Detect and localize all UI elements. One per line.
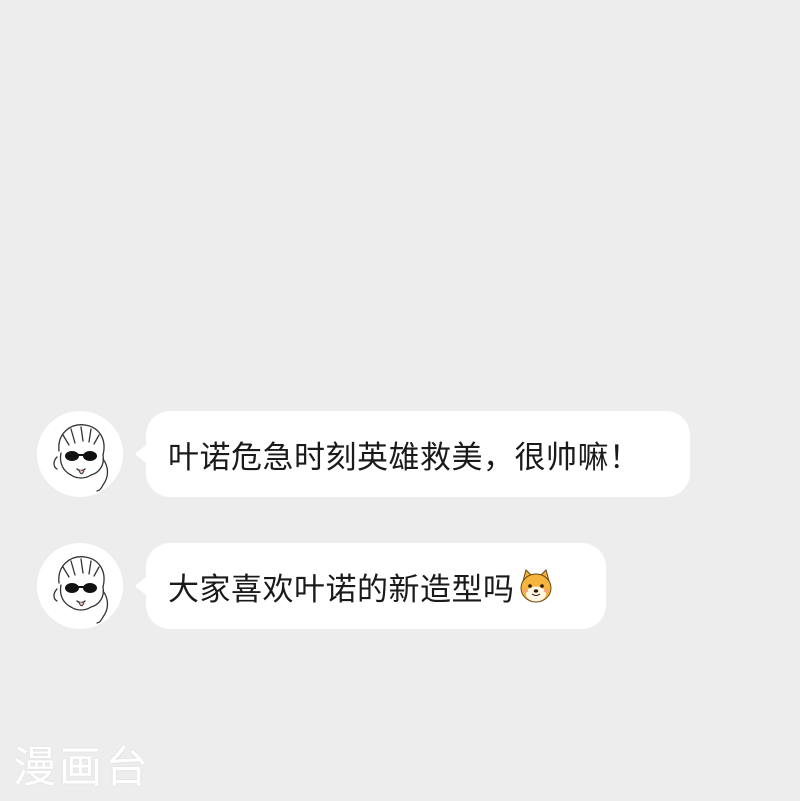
sender-avatar[interactable] [37,411,123,497]
sketch-avatar-sunglasses-icon [53,424,109,492]
watermark-logo: 漫画台 [13,743,151,793]
sketch-avatar-sunglasses-icon [53,556,109,624]
message-row: 大家喜欢叶诺的新造型吗 [37,543,606,629]
sender-avatar[interactable] [37,543,123,629]
message-row: 叶诺危急时刻英雄救美，很帅嘛！ [37,411,690,497]
shiba-dog-emoji-icon [520,569,551,603]
message-bubble[interactable]: 大家喜欢叶诺的新造型吗 [135,543,606,629]
message-text: 大家喜欢叶诺的新造型吗 [168,571,515,608]
message-text: 叶诺危急时刻英雄救美，很帅嘛！ [168,439,641,476]
message-bubble[interactable]: 叶诺危急时刻英雄救美，很帅嘛！ [135,411,690,497]
